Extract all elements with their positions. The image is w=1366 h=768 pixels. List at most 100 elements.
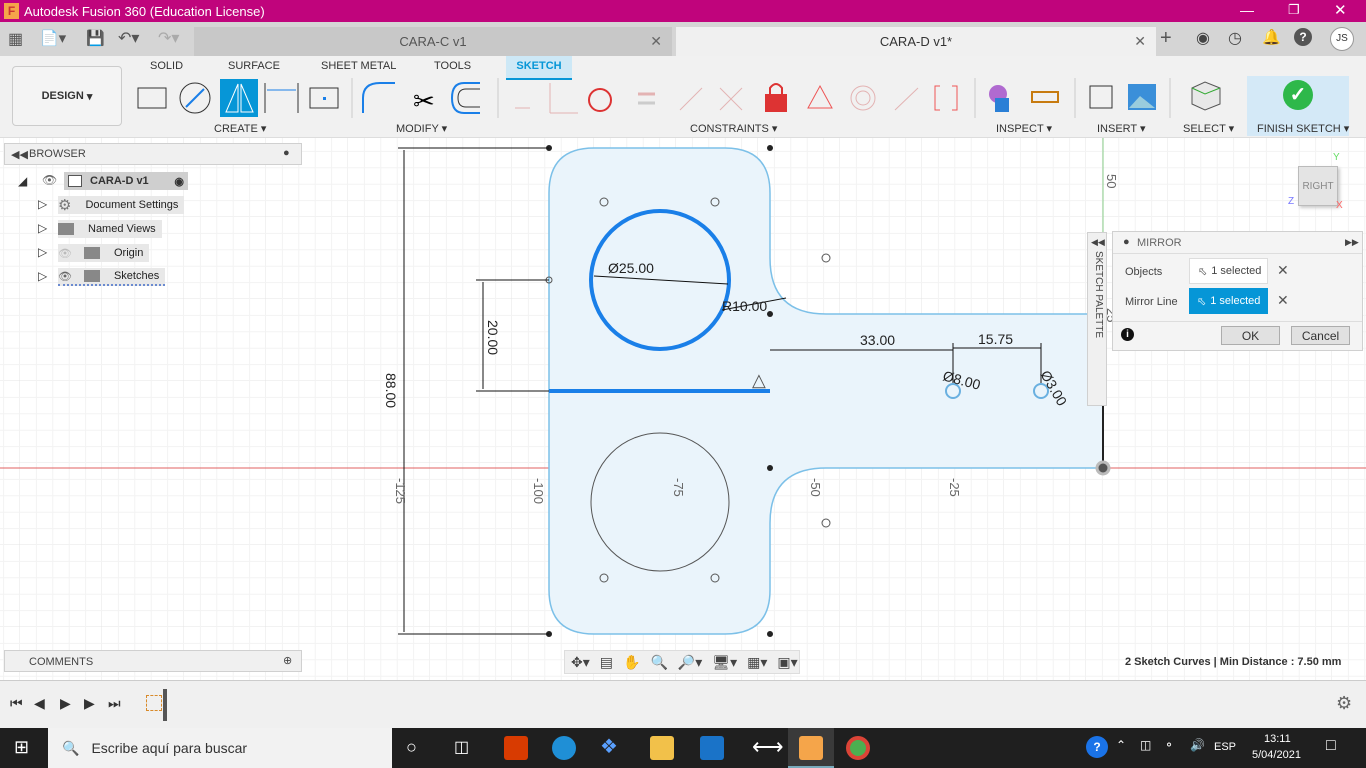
mail-icon[interactable] xyxy=(700,736,724,760)
point-icon[interactable] xyxy=(309,87,339,109)
grid-icon[interactable]: ▦▾ xyxy=(747,654,767,671)
step-forward-icon[interactable]: ▶ xyxy=(84,695,95,712)
pan-icon[interactable]: ✋ xyxy=(623,654,640,671)
dimension-icon[interactable] xyxy=(264,83,299,113)
activate-radio-icon[interactable]: ◉ xyxy=(174,175,184,188)
dropbox-icon[interactable]: ❖ xyxy=(600,734,618,759)
collapse-browser-icon[interactable]: ◀◀ xyxy=(11,148,28,161)
close-tab-icon[interactable]: ✕ xyxy=(650,33,662,50)
timeline-marker[interactable] xyxy=(163,689,167,721)
sketch-feature-icon[interactable] xyxy=(146,695,162,711)
zoom-icon[interactable]: 🔍 xyxy=(650,654,667,671)
finish-sketch-button[interactable]: ✓ FINISH SKETCH ▾ xyxy=(1247,76,1349,136)
inspect-menu[interactable]: INSPECT ▾ xyxy=(996,122,1052,135)
fusion-taskbar-button[interactable] xyxy=(788,728,834,768)
viewcube[interactable]: RIGHT xyxy=(1298,166,1338,206)
inspect-icon[interactable] xyxy=(989,85,1059,112)
clear-objects-icon[interactable]: ✕ xyxy=(1277,262,1289,279)
expand-icon[interactable]: ▷ xyxy=(38,245,47,259)
sketch-drawing[interactable]: Ø25.00 R10.00 33.00 15.75 20.00 88.00 Ø8… xyxy=(0,138,1366,680)
rectangle-icon[interactable] xyxy=(137,87,167,109)
close-tab-icon[interactable]: ✕ xyxy=(1134,33,1146,50)
apps-grid-icon[interactable]: ▦ xyxy=(8,29,23,49)
cancel-button[interactable]: Cancel xyxy=(1291,326,1350,345)
help-tray-icon[interactable]: ? xyxy=(1086,736,1108,758)
browser-item-origin[interactable]: 👁 Origin xyxy=(58,244,150,262)
save-icon[interactable]: 💾 xyxy=(86,29,105,47)
expand-icon[interactable]: ▷ xyxy=(38,221,47,235)
file-menu-icon[interactable]: 📄▾ xyxy=(40,29,66,47)
expand-icon[interactable]: ▷ xyxy=(38,197,47,211)
objects-selector[interactable]: ⬁ 1 selected xyxy=(1189,258,1268,284)
tab-cara-d[interactable]: CARA-D v1* ✕ xyxy=(676,27,1156,56)
undo-icon[interactable]: ↶▾ xyxy=(118,28,139,48)
display-settings-icon[interactable]: 🖥▾ xyxy=(712,654,737,671)
select-menu[interactable]: SELECT ▾ xyxy=(1183,122,1234,135)
cortana-icon[interactable]: ○ xyxy=(406,737,417,758)
browser-item-named-views[interactable]: Named Views xyxy=(58,220,162,238)
dialog-minus-icon[interactable]: ● xyxy=(1123,236,1130,248)
info-icon[interactable]: i xyxy=(1121,328,1134,341)
tab-sheet-metal[interactable]: SHEET METAL xyxy=(321,60,396,72)
browser-minimize-icon[interactable]: ● xyxy=(283,147,290,159)
edge-icon[interactable] xyxy=(552,736,576,760)
help-icon[interactable]: ? xyxy=(1294,28,1312,46)
task-view-icon[interactable]: ◫ xyxy=(454,737,469,757)
tab-surface[interactable]: SURFACE xyxy=(228,60,280,72)
offset-icon[interactable] xyxy=(450,82,480,114)
browser-root[interactable]: CARA-D v1 ◉ xyxy=(64,172,188,190)
expand-icon[interactable]: ▷ xyxy=(38,269,47,283)
constraints-menu[interactable]: CONSTRAINTS ▾ xyxy=(690,122,777,135)
viewports-icon[interactable]: ▣▾ xyxy=(777,654,797,671)
visibility-eye-icon[interactable]: 👁 xyxy=(42,173,57,187)
visibility-eye-icon[interactable]: 👁 xyxy=(58,270,72,283)
browser-item-document-settings[interactable]: ⚙ Document Settings xyxy=(58,196,185,214)
notifications-icon[interactable]: 🔔 xyxy=(1262,28,1281,46)
select-icon[interactable] xyxy=(1191,81,1221,111)
zoom-window-icon[interactable]: 🔎▾ xyxy=(678,654,702,671)
avatar[interactable]: JS xyxy=(1330,27,1354,51)
app-icon[interactable]: ⟷ xyxy=(752,734,784,760)
expand-dialog-icon[interactable]: ▶▶ xyxy=(1345,237,1359,248)
tab-solid[interactable]: SOLID xyxy=(150,60,183,72)
tab-sketch[interactable]: SKETCH xyxy=(506,56,572,80)
step-back-icon[interactable]: ◀ xyxy=(34,695,45,712)
clock-date[interactable]: 5/04/2021 xyxy=(1252,749,1301,761)
data-panel-icon[interactable]: ◉ xyxy=(1196,28,1210,48)
notification-center-icon[interactable]: □ xyxy=(1326,737,1336,755)
browser-item-sketches[interactable]: 👁 Sketches xyxy=(58,268,166,286)
trim-icon[interactable]: ✂ xyxy=(413,86,435,116)
sketch-palette-tab[interactable]: ◀◀ SKETCH PALETTE xyxy=(1087,232,1107,406)
fillet-icon[interactable] xyxy=(362,82,395,113)
wifi-icon[interactable]: ⚬ xyxy=(1164,738,1174,752)
tab-cara-c[interactable]: CARA-C v1 ✕ xyxy=(194,27,672,56)
modify-menu[interactable]: MODIFY ▾ xyxy=(396,122,447,135)
language-indicator[interactable]: ESP xyxy=(1214,741,1236,753)
sketch-canvas[interactable]: Ø25.00 R10.00 33.00 15.75 20.00 88.00 Ø8… xyxy=(0,138,1366,680)
go-to-start-icon[interactable]: ⏮ xyxy=(10,695,23,712)
expand-root-icon[interactable]: ◢ xyxy=(18,174,27,188)
tab-tools[interactable]: TOOLS xyxy=(434,60,471,72)
windows-start-icon[interactable]: ⊞ xyxy=(14,737,29,758)
clear-mirror-line-icon[interactable]: ✕ xyxy=(1277,292,1289,309)
ok-button[interactable]: OK xyxy=(1221,326,1280,345)
close-button[interactable]: ✕ xyxy=(1334,1,1347,19)
network-icon[interactable]: ◫ xyxy=(1140,738,1151,752)
circle-icon[interactable] xyxy=(179,82,211,114)
chrome-icon[interactable] xyxy=(846,736,870,760)
mirror-line-selector[interactable]: ⬁ 1 selected xyxy=(1189,288,1268,314)
play-icon[interactable]: ▶ xyxy=(60,695,71,712)
tray-chevron-icon[interactable]: ⌃ xyxy=(1116,738,1126,752)
redo-icon[interactable]: ↷▾ xyxy=(158,28,179,48)
file-explorer-icon[interactable] xyxy=(650,736,674,760)
go-to-end-icon[interactable]: ⏭ xyxy=(108,695,121,712)
create-menu[interactable]: CREATE ▾ xyxy=(214,122,266,135)
orbit-icon[interactable]: ✥▾ xyxy=(571,654,590,671)
timeline-settings-gear-icon[interactable]: ⚙ xyxy=(1336,693,1352,714)
job-status-icon[interactable]: ◷ xyxy=(1228,28,1242,48)
hidden-eye-icon[interactable]: 👁 xyxy=(58,247,72,260)
add-comment-icon[interactable]: ⊕ xyxy=(283,654,292,667)
constraint-icons[interactable] xyxy=(515,83,958,114)
volume-icon[interactable]: 🔊 xyxy=(1190,738,1205,752)
minimize-button[interactable]: — xyxy=(1240,2,1254,18)
